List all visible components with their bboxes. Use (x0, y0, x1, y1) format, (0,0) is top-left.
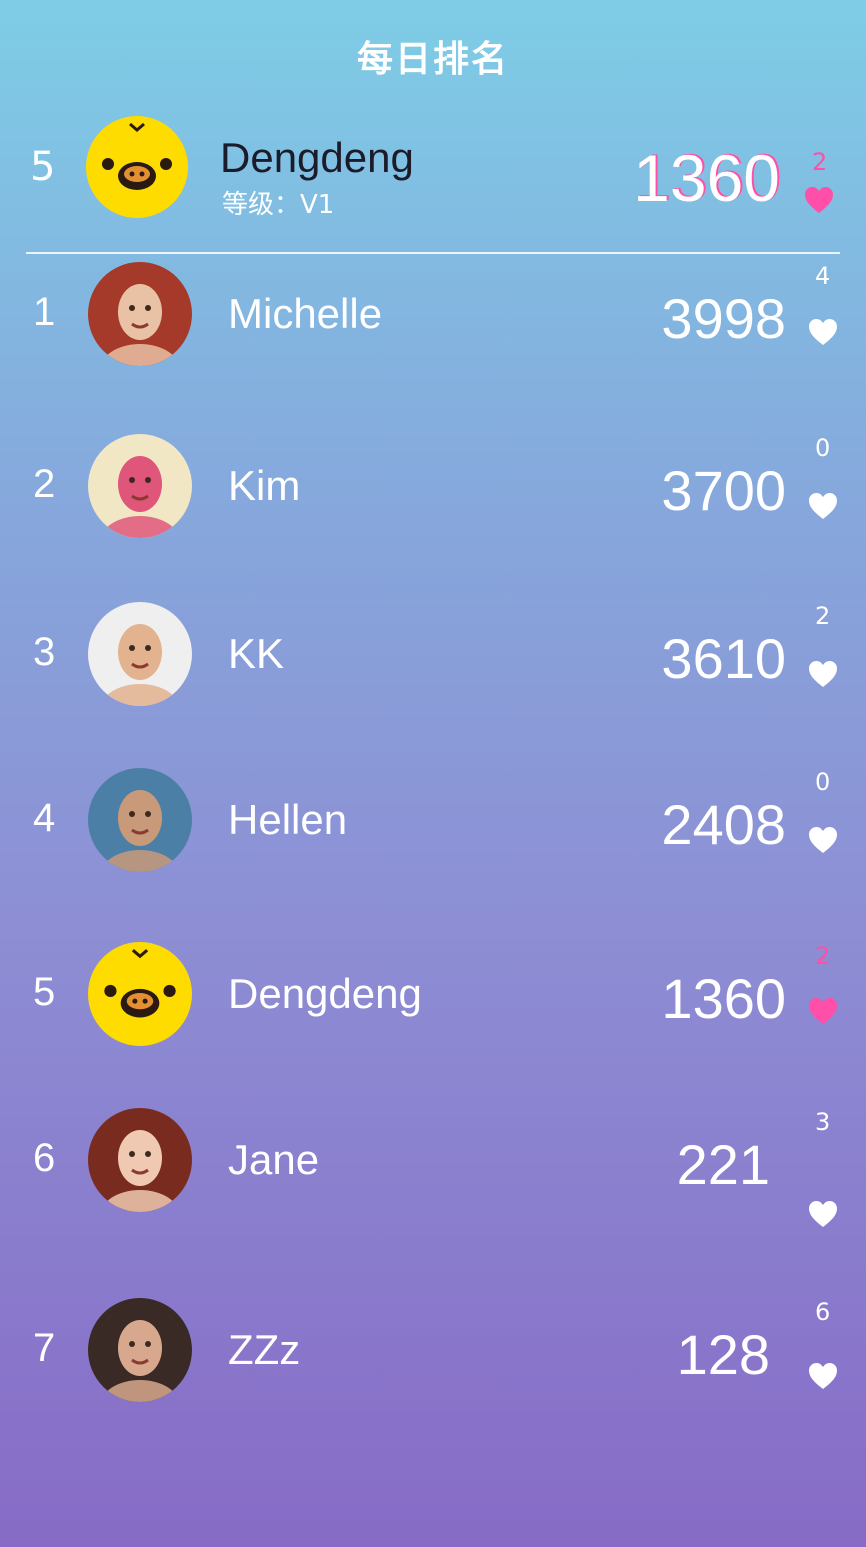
avatar[interactable] (88, 602, 192, 706)
my-level: 等级：V1 (222, 190, 335, 220)
rank-number: 1 (33, 290, 56, 334)
heart-icon[interactable] (808, 1362, 838, 1390)
user-name: ZZz (228, 1326, 301, 1373)
user-name: Kim (228, 462, 301, 509)
avatar[interactable] (88, 1108, 192, 1212)
profile-photo-icon (88, 434, 192, 538)
score: 1360 (661, 967, 786, 1030)
score: 3998 (661, 287, 786, 350)
chick-avatar-icon (86, 116, 188, 218)
chick-avatar-icon (88, 942, 192, 1046)
avatar[interactable] (88, 262, 192, 366)
list-item[interactable]: 7 ZZz 128 6 (0, 1298, 866, 1408)
like-count: 0 (815, 434, 831, 462)
list-item[interactable]: 3 KK 3610 2 (0, 602, 866, 712)
user-name: Jane (228, 1136, 320, 1183)
my-like-count: 2 (812, 148, 828, 176)
rank-number: 3 (33, 630, 56, 674)
rank-number: 2 (33, 462, 56, 506)
profile-photo-icon (88, 262, 192, 366)
score: 221 (676, 1133, 770, 1196)
like-count: 4 (815, 262, 831, 290)
like-count: 2 (815, 942, 831, 970)
my-avatar[interactable] (86, 116, 188, 218)
list-item[interactable]: 1 Michelle 3998 4 (0, 262, 866, 372)
user-name: KK (228, 630, 285, 677)
score: 128 (676, 1323, 770, 1386)
heart-icon[interactable] (808, 826, 838, 854)
rank-number: 6 (33, 1136, 56, 1180)
heart-icon[interactable] (808, 492, 838, 520)
my-rank: 5 (30, 144, 56, 190)
like-count: 2 (815, 602, 831, 630)
page-title: 每日排名 (356, 39, 509, 80)
my-name: Dengdeng (220, 134, 414, 181)
heart-icon[interactable] (808, 1200, 838, 1228)
score: 3700 (661, 459, 786, 522)
rank-number: 7 (33, 1326, 56, 1370)
score: 3610 (661, 627, 786, 690)
rank-number: 5 (33, 970, 56, 1014)
list-item[interactable]: 2 Kim 3700 0 (0, 434, 866, 544)
list-item[interactable]: 4 Hellen 2408 0 (0, 768, 866, 878)
list-item[interactable]: 5 Dengdeng 1360 2 (0, 942, 866, 1052)
rank-number: 4 (33, 796, 56, 840)
like-count: 3 (815, 1108, 831, 1136)
like-count: 0 (815, 768, 831, 796)
heart-icon[interactable] (808, 660, 838, 688)
avatar[interactable] (88, 1298, 192, 1402)
profile-photo-icon (88, 1298, 192, 1402)
like-count: 6 (815, 1298, 831, 1326)
heart-icon[interactable] (804, 186, 834, 214)
heart-icon[interactable] (808, 997, 838, 1025)
profile-photo-icon (88, 1108, 192, 1212)
user-name: Dengdeng (228, 970, 422, 1017)
profile-photo-icon (88, 602, 192, 706)
divider (26, 252, 840, 254)
score: 2408 (661, 793, 786, 856)
list-item[interactable]: 6 Jane 221 3 (0, 1108, 866, 1227)
user-name: Hellen (228, 796, 348, 843)
avatar[interactable] (88, 942, 192, 1046)
heart-icon[interactable] (808, 318, 838, 346)
avatar[interactable] (88, 434, 192, 538)
profile-photo-icon (88, 768, 192, 872)
my-score: 1360 (633, 141, 780, 215)
avatar[interactable] (88, 768, 192, 872)
my-rank-card[interactable]: 5 Dengdeng 等级：V1 1360 2 (0, 110, 866, 222)
user-name: Michelle (228, 290, 383, 337)
